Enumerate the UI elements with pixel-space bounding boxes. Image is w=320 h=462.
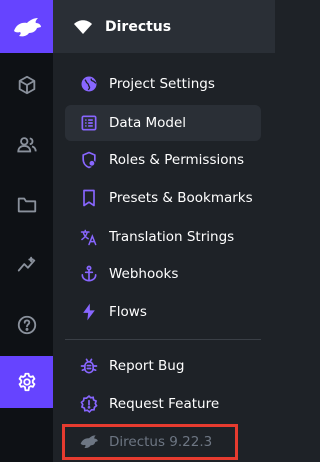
nav-item-roles-permissions[interactable]: Roles & Permissions [65, 142, 261, 178]
bookmark-icon [79, 188, 99, 208]
folder-icon [17, 197, 36, 212]
bug-icon [79, 356, 99, 376]
bolt-icon [79, 302, 99, 322]
project-header[interactable]: Directus [53, 0, 275, 53]
nav-item-label: Report Bug [109, 358, 185, 374]
nav-item-label: Presets & Bookmarks [109, 190, 253, 206]
module-settings[interactable] [0, 356, 53, 408]
directus-logo[interactable] [0, 0, 53, 53]
module-bar [0, 0, 53, 462]
nav-item-label: Roles & Permissions [109, 152, 245, 168]
nav-item-label: Project Settings [109, 76, 215, 92]
nav-divider [65, 339, 261, 340]
insights-icon [17, 256, 35, 271]
module-content[interactable] [0, 58, 53, 111]
anchor-icon [79, 264, 99, 284]
nav-item-data-model[interactable]: Data Model [65, 105, 261, 141]
feature-icon [79, 394, 99, 414]
nav-item-project-settings[interactable]: Project Settings [65, 66, 261, 102]
cube-icon [18, 75, 35, 94]
nav-item-translation-strings[interactable]: Translation Strings [65, 219, 261, 255]
globe-icon [79, 74, 99, 94]
nav-item-label: Data Model [109, 115, 187, 131]
module-files[interactable] [0, 178, 53, 231]
nav-item-request-feature[interactable]: Request Feature [65, 386, 261, 422]
module-insights[interactable] [0, 238, 53, 291]
nav-item-flows[interactable]: Flows [65, 294, 261, 330]
nav-item-label: Translation Strings [109, 229, 235, 245]
nav-item-label: Request Feature [109, 396, 220, 412]
nav-item-report-bug[interactable]: Report Bug [65, 348, 261, 384]
highlight-box [62, 424, 238, 460]
wifi-icon [74, 19, 92, 34]
module-help[interactable] [0, 298, 53, 351]
users-icon [16, 136, 37, 152]
nav-item-presets-bookmarks[interactable]: Presets & Bookmarks [65, 180, 261, 216]
nav-item-label: Flows [109, 304, 147, 320]
nav-item-webhooks[interactable]: Webhooks [65, 256, 261, 292]
list-alt-icon [79, 113, 99, 133]
help-icon [17, 315, 36, 334]
navigation-pane: Directus Project Settings Data Model Rol… [53, 0, 281, 462]
project-name: Directus [105, 18, 172, 35]
rabbit-logo-icon [13, 17, 41, 36]
roles-icon [79, 150, 99, 170]
module-users[interactable] [0, 118, 53, 171]
nav-item-label: Webhooks [109, 266, 179, 282]
settings-icon [18, 372, 35, 392]
translate-icon [79, 227, 99, 247]
